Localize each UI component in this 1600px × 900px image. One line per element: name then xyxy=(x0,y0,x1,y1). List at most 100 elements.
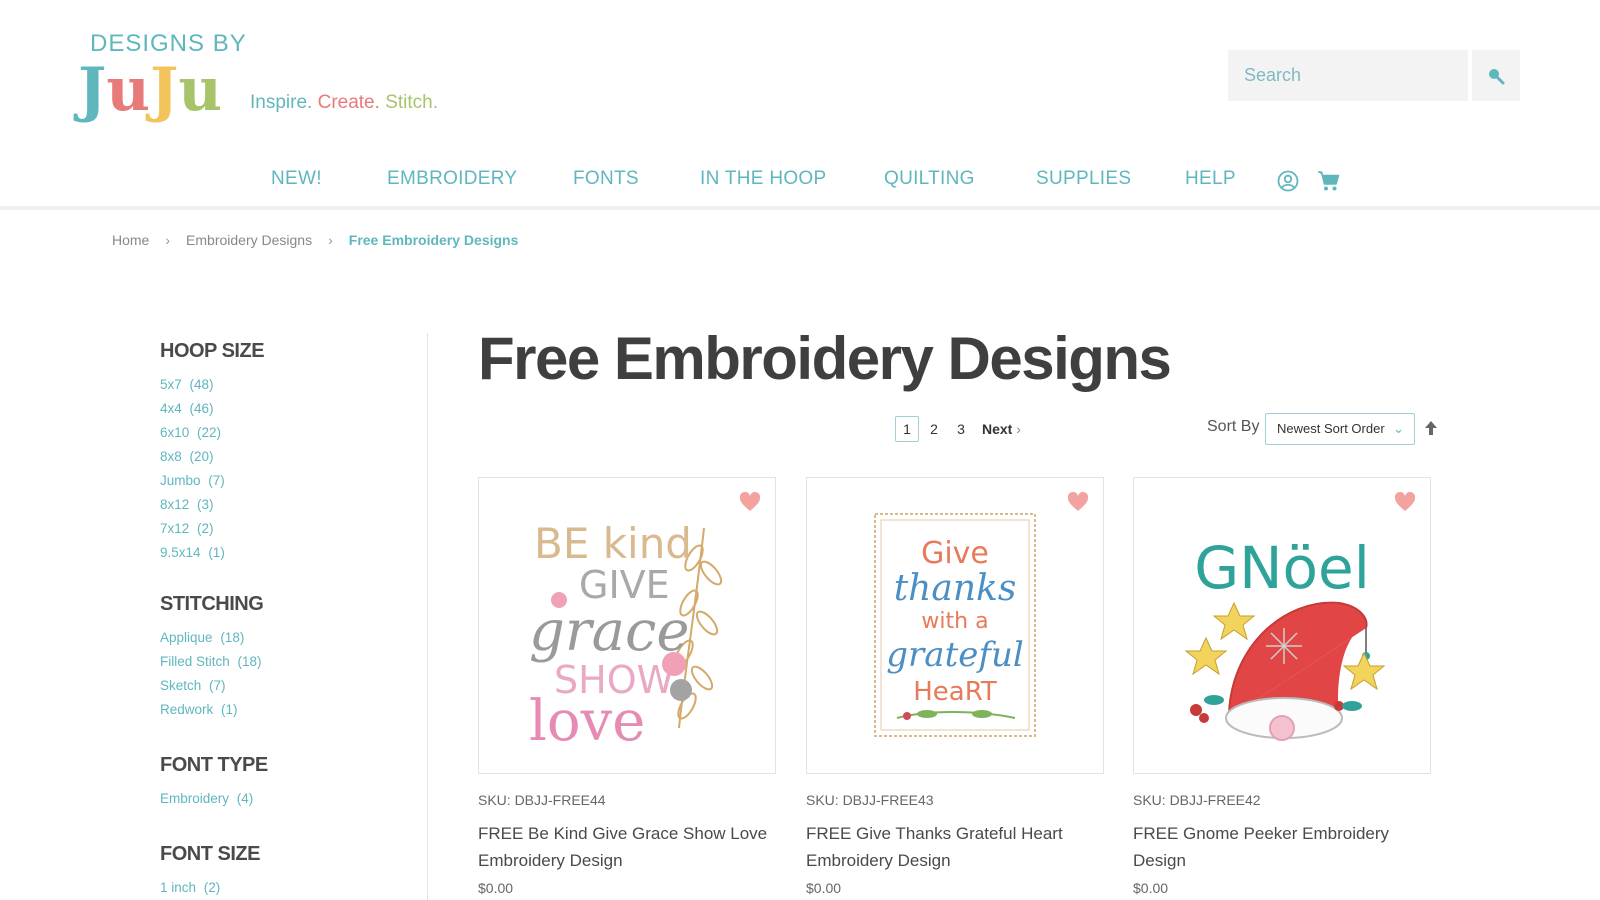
search-button[interactable] xyxy=(1472,50,1520,101)
facet-title: FONT TYPE xyxy=(160,754,268,776)
art-text: grateful xyxy=(886,635,1023,675)
page-next-link[interactable]: Next › xyxy=(982,421,1021,437)
facet-option[interactable]: Redwork (1) xyxy=(160,698,400,722)
facet-option[interactable]: Applique (18) xyxy=(160,626,400,650)
facet-option-label: 4x4 xyxy=(160,401,182,416)
page-link-3[interactable]: 3 xyxy=(949,416,973,442)
facet-option-count: (7) xyxy=(209,678,226,693)
sort-direction-button[interactable] xyxy=(1424,420,1438,441)
facet-option-label: 8x8 xyxy=(160,449,182,464)
facet-hoop-size: HOOP SIZE 5x7 (48) 4x4 (46) 6x10 (22) 8x… xyxy=(160,340,400,565)
facet-option[interactable]: 8x12 (3) xyxy=(160,493,400,517)
product-image[interactable]: GNöel xyxy=(1133,477,1431,774)
facet-title: FONT SIZE xyxy=(160,843,260,865)
breadcrumb-embroidery-designs[interactable]: Embroidery Designs xyxy=(186,232,312,248)
facet-option-count: (18) xyxy=(220,630,245,645)
facet-option[interactable]: 5x7 (48) xyxy=(160,373,400,397)
product-name[interactable]: FREE Give Thanks Grateful Heart Embroide… xyxy=(806,820,1104,874)
facet-option-label: Jumbo xyxy=(160,473,201,488)
art-text: Give xyxy=(921,536,989,571)
facet-option-label: 7x12 xyxy=(160,521,190,536)
search-input[interactable] xyxy=(1228,50,1468,101)
site-logo[interactable]: DESIGNS BY J u J u xyxy=(78,28,248,120)
facet-option[interactable]: 7x12 (2) xyxy=(160,517,400,541)
product-sku: SKU: DBJJ-FREE44 xyxy=(478,792,606,808)
art-text: thanks xyxy=(894,568,1017,609)
product-artwork: Give thanks with a grateful HeaRT xyxy=(874,513,1036,737)
logo-wordmark: J u J u xyxy=(78,50,222,120)
page-link-1[interactable]: 1 xyxy=(895,416,919,442)
page-title: Free Embroidery Designs xyxy=(478,325,1172,392)
nav-in-the-hoop[interactable]: IN THE HOOP xyxy=(700,168,826,190)
nav-divider xyxy=(0,206,1600,210)
facet-option-label: Embroidery xyxy=(160,791,230,806)
breadcrumb: Home › Embroidery Designs › Free Embroid… xyxy=(112,232,518,248)
main-nav: NEW! EMBROIDERY FONTS IN THE HOOP QUILTI… xyxy=(0,160,1600,208)
facet-option[interactable]: Filled Stitch (18) xyxy=(160,650,400,674)
facet-option-count: (7) xyxy=(208,473,225,488)
product-price: $0.00 xyxy=(478,880,514,896)
product-image[interactable]: BE kind GIVE grace SHOW love xyxy=(478,477,776,774)
facet-title: HOOP SIZE xyxy=(160,340,265,362)
product-artwork: GNöel xyxy=(1184,534,1386,741)
nav-quilting[interactable]: QUILTING xyxy=(884,168,975,190)
art-text: grace xyxy=(529,599,690,664)
facet-option-count: (18) xyxy=(237,654,262,669)
account-icon[interactable] xyxy=(1277,170,1299,197)
art-text: GNöel xyxy=(1194,534,1370,602)
facet-title: STITCHING xyxy=(160,593,264,615)
facet-option[interactable]: 9.5x14 (1) xyxy=(160,541,400,565)
sort-select[interactable]: Newest Sort Order ⌄ xyxy=(1265,413,1415,445)
art-text: BE kind xyxy=(534,519,692,568)
product-name[interactable]: FREE Be Kind Give Grace Show Love Embroi… xyxy=(478,820,776,874)
page-link-2[interactable]: 2 xyxy=(922,416,946,442)
facet-option[interactable]: 1 inch (2) xyxy=(160,876,400,900)
facet-option-count: (46) xyxy=(189,401,214,416)
facet-option-count: (2) xyxy=(197,521,214,536)
art-text: love xyxy=(529,689,645,754)
facet-option[interactable]: 4x4 (46) xyxy=(160,397,400,421)
chevron-right-icon: › xyxy=(328,232,333,248)
tagline-word: Stitch. xyxy=(385,92,438,113)
facet-option-label: Applique xyxy=(160,630,213,645)
product-sku: SKU: DBJJ-FREE42 xyxy=(1133,792,1261,808)
art-text: with a xyxy=(921,609,988,634)
tagline-word: Create. xyxy=(317,92,380,113)
facet-option[interactable]: 6x10 (22) xyxy=(160,421,400,445)
logo-letter: J xyxy=(78,55,107,125)
nav-embroidery[interactable]: EMBROIDERY xyxy=(387,168,517,190)
arrow-up-icon xyxy=(1425,421,1437,435)
facet-option-count: (22) xyxy=(197,425,222,440)
facet-font-type: FONT TYPE Embroidery (4) xyxy=(160,754,400,811)
facet-option-count: (1) xyxy=(208,545,225,560)
nav-fonts[interactable]: FONTS xyxy=(573,168,639,190)
product-name[interactable]: FREE Gnome Peeker Embroidery Design xyxy=(1133,820,1431,874)
facet-option-count: (3) xyxy=(197,497,214,512)
nav-help[interactable]: HELP xyxy=(1185,168,1236,190)
chevron-right-icon: › xyxy=(1016,421,1021,437)
facet-option[interactable]: Jumbo (7) xyxy=(160,469,400,493)
facet-option-label: 9.5x14 xyxy=(160,545,201,560)
facet-option-label: 6x10 xyxy=(160,425,190,440)
facet-option[interactable]: Sketch (7) xyxy=(160,674,400,698)
filter-sidebar: HOOP SIZE 5x7 (48) 4x4 (46) 6x10 (22) 8x… xyxy=(160,340,400,900)
facet-option-count: (4) xyxy=(236,791,254,806)
facet-option[interactable]: 8x8 (20) xyxy=(160,445,400,469)
facet-option-label: 8x12 xyxy=(160,497,190,512)
page-next-label: Next xyxy=(982,421,1013,437)
facet-option-label: Filled Stitch xyxy=(160,654,230,669)
product-card: GNöel SKU: DBJJ-FREE42 FREE Gnome Peeker xyxy=(1133,477,1431,896)
product-image[interactable]: Give thanks with a grateful HeaRT xyxy=(806,477,1104,774)
sort-label: Sort By xyxy=(1207,418,1260,435)
art-text: HeaRT xyxy=(913,677,997,707)
facet-option[interactable]: Embroidery (4) xyxy=(160,787,400,811)
sort-selected-value: Newest Sort Order xyxy=(1277,421,1385,436)
nav-supplies[interactable]: SUPPLIES xyxy=(1036,168,1131,190)
breadcrumb-current: Free Embroidery Designs xyxy=(348,232,519,248)
breadcrumb-home[interactable]: Home xyxy=(112,232,149,248)
logo-letter: u xyxy=(178,55,223,125)
product-price: $0.00 xyxy=(1133,880,1169,896)
cart-icon[interactable] xyxy=(1317,170,1341,197)
nav-new[interactable]: NEW! xyxy=(271,168,322,190)
facet-stitching: STITCHING Applique (18) Filled Stitch (1… xyxy=(160,593,400,722)
